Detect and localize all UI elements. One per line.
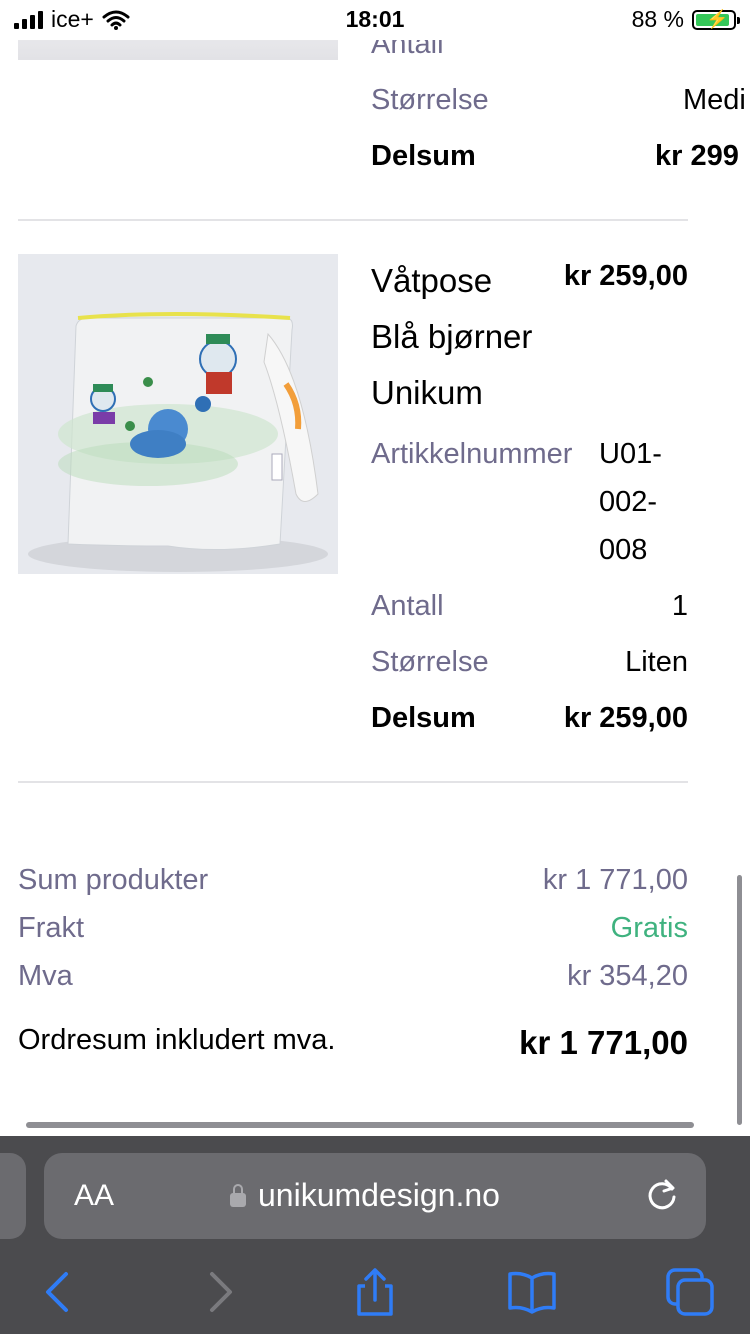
order-total-label: Ordresum inkludert mva. bbox=[18, 1024, 336, 1056]
sku-label: Artikkelnummer bbox=[371, 438, 573, 470]
qty-label: Antall bbox=[371, 590, 444, 622]
shipping-label: Frakt bbox=[18, 912, 85, 944]
vat-value: kr 354,20 bbox=[567, 960, 688, 992]
subtotal-value: kr 259,00 bbox=[563, 702, 688, 734]
prev-subtotal-value: kr 299 bbox=[655, 140, 739, 172]
address-bar[interactable]: AA unikumdesign.no bbox=[44, 1153, 706, 1239]
tabs-icon[interactable] bbox=[662, 1264, 718, 1320]
vat-label: Mva bbox=[18, 960, 73, 992]
bookmarks-icon[interactable] bbox=[504, 1264, 560, 1320]
previous-tab-preview[interactable] bbox=[0, 1153, 26, 1239]
status-bar: ice+ 18:01 88 % ⚡ bbox=[0, 0, 750, 40]
cart-content: Antall Størrelse Medi Delsum kr 299 Våtp… bbox=[0, 0, 750, 1130]
size-value: Liten bbox=[625, 646, 688, 678]
product-price: kr 259,00 bbox=[563, 260, 688, 292]
item-divider bbox=[18, 219, 688, 221]
product-name-line3[interactable]: Unikum bbox=[371, 374, 483, 412]
prev-size-value: Medi bbox=[683, 84, 746, 116]
product-name-line2[interactable]: Blå bjørner bbox=[371, 318, 532, 356]
product-image[interactable] bbox=[18, 254, 338, 574]
qty-value: 1 bbox=[671, 590, 688, 622]
url-text: unikumdesign.no bbox=[258, 1177, 500, 1213]
size-label: Størrelse bbox=[371, 646, 489, 678]
url-display[interactable]: unikumdesign.no bbox=[230, 1177, 500, 1214]
horizontal-scrollbar[interactable] bbox=[26, 1122, 694, 1128]
back-icon[interactable] bbox=[30, 1264, 86, 1320]
subtotal-label: Delsum bbox=[371, 702, 476, 734]
summary-divider bbox=[18, 781, 688, 783]
forward-icon[interactable] bbox=[192, 1264, 248, 1320]
shipping-value: Gratis bbox=[610, 912, 688, 944]
sum-products-value: kr 1 771,00 bbox=[542, 864, 688, 896]
prev-subtotal-label: Delsum bbox=[371, 140, 476, 172]
sku-value-line2: 002- bbox=[599, 486, 658, 518]
order-total-value: kr 1 771,00 bbox=[519, 1024, 688, 1061]
product-name-line1[interactable]: Våtpose bbox=[371, 262, 492, 300]
aa-label: AA bbox=[74, 1179, 115, 1212]
battery-charging-icon: ⚡ bbox=[692, 9, 740, 30]
prev-size-label: Størrelse bbox=[371, 84, 489, 116]
sku-value-line3: 008 bbox=[599, 534, 648, 566]
reader-options-button[interactable]: AA bbox=[74, 1179, 114, 1213]
battery-percent: 88 % bbox=[631, 6, 684, 32]
browser-toolbar: AA unikumdesign.no bbox=[0, 1136, 750, 1334]
lock-icon bbox=[230, 1183, 246, 1207]
sku-value-line1: U01- bbox=[599, 438, 662, 470]
vertical-scrollbar[interactable] bbox=[737, 875, 742, 1125]
share-icon[interactable] bbox=[347, 1264, 403, 1320]
reload-icon[interactable] bbox=[642, 1175, 682, 1215]
sum-products-label: Sum produkter bbox=[18, 864, 209, 896]
